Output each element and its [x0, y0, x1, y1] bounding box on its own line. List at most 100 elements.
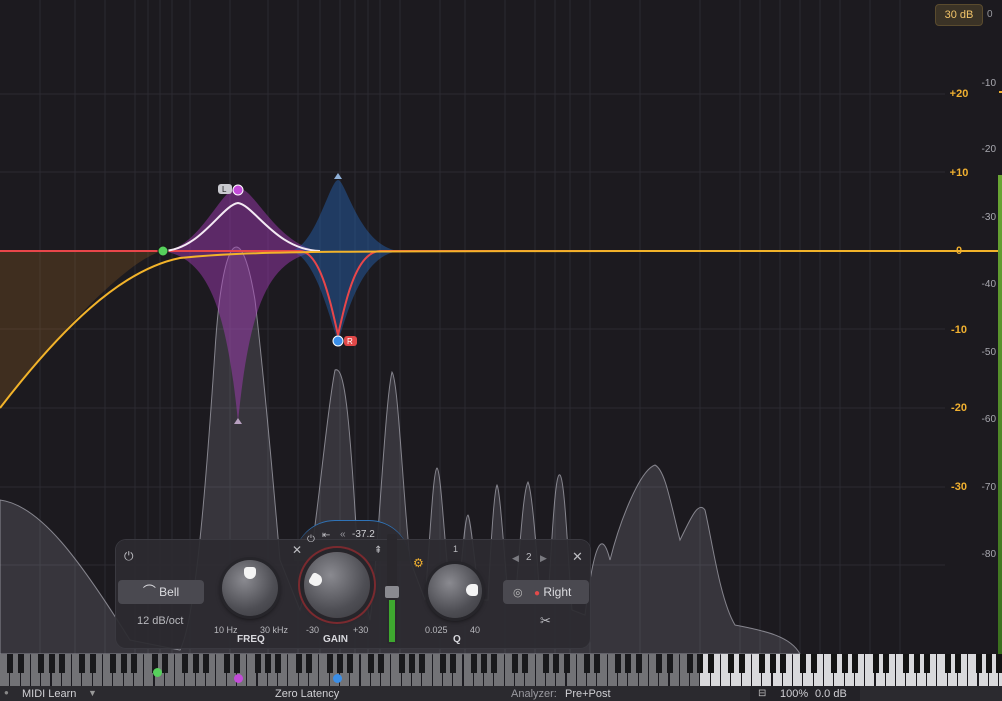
- prev-band-arrow-icon[interactable]: ◀: [512, 552, 519, 564]
- analyzer-scale-label: -80: [981, 549, 996, 560]
- piano-black-key[interactable]: [954, 654, 961, 673]
- indicator-dot-icon: ●: [4, 688, 9, 697]
- piano-black-key[interactable]: [707, 654, 714, 673]
- midi-learn-button[interactable]: MIDI Learn: [22, 688, 76, 700]
- band-enable-icon[interactable]: ⏻: [307, 534, 315, 546]
- right-band-marker: [333, 674, 342, 683]
- stereo-label: Right: [543, 585, 572, 599]
- gain-scale-label: +20: [949, 88, 969, 100]
- latency-button[interactable]: Zero Latency: [275, 688, 339, 700]
- piano-black-key[interactable]: [810, 654, 817, 673]
- phase-icon[interactable]: ⊟: [758, 688, 766, 699]
- left-band-marker: [234, 674, 243, 683]
- piano-black-key[interactable]: [975, 654, 982, 673]
- meter-zero-label: 0: [987, 9, 993, 20]
- gain-max-label: +30: [353, 625, 369, 635]
- split-band-icon[interactable]: ✂: [540, 614, 551, 627]
- piano-black-key[interactable]: [872, 654, 879, 673]
- bell-shape-icon: ⌒: [142, 584, 156, 599]
- band-power-icon[interactable]: ⏻: [124, 550, 134, 562]
- piano-black-key[interactable]: [985, 654, 992, 673]
- right-band-handle: [334, 173, 342, 179]
- gain-value-readout[interactable]: -37.2: [352, 529, 375, 540]
- q-knob[interactable]: [428, 564, 482, 618]
- piano-black-key[interactable]: [903, 654, 910, 673]
- shape-label: Bell: [159, 585, 180, 599]
- q-top-label: 1: [453, 544, 459, 554]
- stereo-placement-button[interactable]: ◎ ● Right: [503, 580, 589, 604]
- q-knob-indicator: [466, 584, 478, 596]
- left-band-node: [232, 184, 244, 196]
- piano-black-key[interactable]: [831, 654, 838, 673]
- piano-black-key[interactable]: [924, 654, 930, 673]
- right-tag-text: R: [347, 337, 353, 346]
- band-panel: ⏻ ⌒ Bell 12 dB/oct 10 Hz 30 kHz FREQ ✕ -…: [116, 529, 590, 648]
- freq-knob-indicator: [244, 567, 256, 579]
- previous-band-icon[interactable]: ⇤: [322, 530, 330, 542]
- freq-knob[interactable]: [222, 560, 278, 616]
- piano-black-key[interactable]: [759, 654, 766, 673]
- stereo-link-icon: ◎: [513, 587, 523, 599]
- gain-knob-indicator: [307, 571, 325, 589]
- piano-black-key[interactable]: [882, 654, 889, 673]
- analyzer-scale-label: -10: [981, 78, 996, 89]
- piano-black-key[interactable]: [779, 654, 786, 673]
- analyzer-scale-label: -40: [981, 279, 996, 290]
- band-level-meter: [385, 534, 399, 644]
- close-band-panel-icon[interactable]: ✕: [572, 550, 583, 563]
- piano-black-key[interactable]: [769, 654, 776, 673]
- analyzer-mode-button[interactable]: Pre+Post: [565, 688, 611, 700]
- analyzer-scale-label: -70: [981, 482, 996, 493]
- freq-label: FREQ: [237, 634, 265, 645]
- piano-black-key[interactable]: [800, 654, 807, 673]
- freq-min-label: 10 Hz: [214, 625, 238, 635]
- display-range-button[interactable]: 30 dB: [935, 4, 983, 26]
- right-channel-dot-icon: ●: [533, 588, 540, 599]
- analyzer-scale-label: -50: [981, 347, 996, 358]
- left-tag-text: L: [222, 185, 227, 194]
- slope-label[interactable]: 12 dB/oct: [137, 615, 183, 627]
- right-band-node: [332, 335, 344, 347]
- gain-min-label: -30: [306, 625, 320, 635]
- piano-black-key[interactable]: [851, 654, 858, 673]
- piano-dim-overlay: [0, 654, 700, 686]
- band-meter-fill: [389, 600, 395, 642]
- analyzer-scale-label: -60: [981, 414, 996, 425]
- gain-scale-label: -30: [951, 481, 967, 493]
- close-small-icon[interactable]: ✕: [292, 544, 302, 556]
- output-gain-value[interactable]: 0.0 dB: [815, 688, 847, 700]
- gain-scale-icon[interactable]: ⇞: [374, 545, 382, 557]
- q-label: Q: [453, 634, 461, 645]
- output-level-meter: [998, 175, 1002, 655]
- shape-button[interactable]: ⌒ Bell: [118, 580, 204, 604]
- next-band-arrow-icon[interactable]: ▶: [540, 552, 547, 564]
- left-band-fill: [163, 188, 320, 422]
- midi-dropdown-icon[interactable]: ▼: [88, 688, 97, 698]
- piano-black-key[interactable]: [738, 654, 745, 673]
- piano-black-key[interactable]: [728, 654, 735, 673]
- gain-knob[interactable]: [304, 552, 370, 618]
- band-number: 2: [526, 552, 532, 563]
- eq-plugin-window: L R 30 dB 0 +20 +10 0 -10 -20 -30 -10 -20…: [0, 0, 1002, 701]
- piano-black-key[interactable]: [944, 654, 951, 673]
- piano-black-key[interactable]: [996, 654, 1002, 673]
- output-section: ⊟ 100% 0.0 dB: [750, 686, 860, 701]
- low-cut-node: [157, 245, 169, 257]
- right-band-fill: [290, 180, 400, 341]
- gain-scale-label: -20: [951, 402, 967, 414]
- analyzer-label: Analyzer:: [511, 688, 557, 700]
- zoom-value[interactable]: 100%: [780, 688, 808, 700]
- band-meter-handle[interactable]: [385, 586, 399, 598]
- gain-label: GAIN: [323, 634, 348, 645]
- rewind-icon[interactable]: «: [340, 529, 346, 541]
- analyzer-scale-label: -20: [981, 144, 996, 155]
- gain-scale-label: 0: [955, 245, 963, 257]
- auto-gain-icon[interactable]: ⚙: [413, 557, 424, 569]
- q-max-label: 40: [470, 625, 481, 635]
- analyzer-scale-label: -30: [981, 212, 996, 223]
- low-cut-marker: [153, 668, 162, 677]
- piano-black-key[interactable]: [913, 654, 920, 673]
- gain-scale-label: +10: [949, 167, 969, 179]
- piano-keyboard[interactable]: [0, 654, 1002, 686]
- piano-black-key[interactable]: [841, 654, 848, 673]
